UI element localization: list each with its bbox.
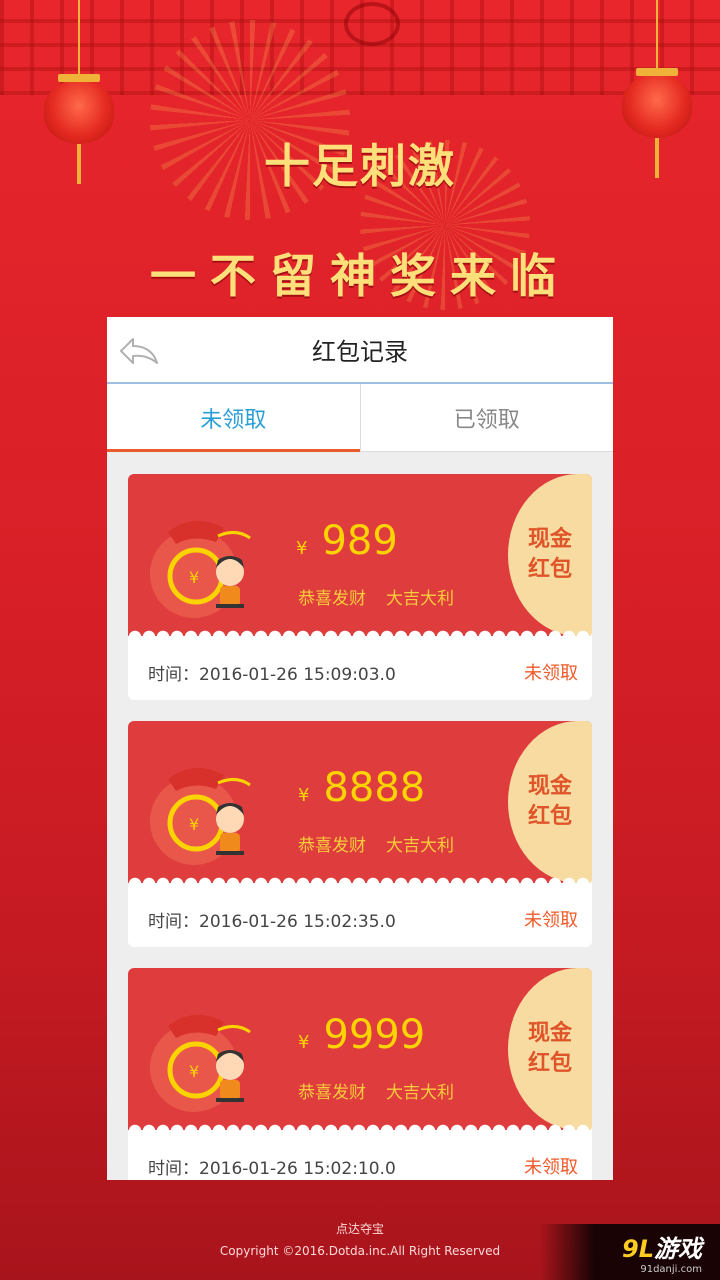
- card-footer: 时间：2016-01-26 15:09:03.0 未领取: [128, 644, 592, 700]
- amount-row: ¥ 989: [296, 518, 398, 564]
- watermark-logo-text: 游戏: [654, 1235, 702, 1263]
- card-footer: 时间：2016-01-26 15:02:10.0 未领取: [128, 1138, 592, 1180]
- tab-unclaimed[interactable]: 未领取: [107, 384, 360, 452]
- blessing-text: 恭喜发财 大吉大利: [298, 584, 454, 609]
- cash-badge: 现金红包: [508, 721, 592, 883]
- badge-label: 现金红包: [527, 774, 572, 829]
- tab-claimed[interactable]: 已领取: [359, 384, 614, 451]
- headline-secondary: 一不留神奖来临: [150, 249, 570, 303]
- site-watermark: 9L游戏 91danji.com: [540, 1224, 720, 1280]
- lantern-string: [656, 0, 658, 72]
- panel-header: 红包记录: [107, 317, 613, 384]
- red-packet-card[interactable]: ¥ ¥ 989 恭喜发财 大吉大利 现金红包 时间：2016-01-26 15:…: [128, 474, 592, 700]
- blessing-line-1: 恭喜发财: [298, 589, 366, 609]
- record-list: ¥ ¥ 989 恭喜发财 大吉大利 现金红包 时间：2016-01-26 15:…: [107, 452, 613, 1180]
- cash-badge: 现金红包: [508, 968, 592, 1130]
- blessing-text: 恭喜发财 大吉大利: [298, 1078, 454, 1103]
- badge-label: 现金红包: [527, 1021, 572, 1076]
- amount-value: 989: [321, 518, 398, 564]
- cash-badge: 现金红包: [508, 474, 592, 636]
- claim-status[interactable]: 未领取: [524, 906, 578, 932]
- lantern-string: [78, 0, 80, 78]
- record-time: 时间：2016-01-26 15:09:03.0: [148, 664, 396, 685]
- headline-primary: 十足刺激: [264, 139, 456, 193]
- currency-symbol: ¥: [298, 1032, 310, 1053]
- card-ticket: ¥ ¥ 9999 恭喜发财 大吉大利 现金红包: [128, 968, 592, 1131]
- currency-symbol: ¥: [296, 538, 308, 559]
- currency-symbol: ¥: [298, 785, 310, 806]
- money-bag-mascot-icon: ¥: [150, 1014, 251, 1112]
- money-bag-mascot-icon: ¥: [150, 520, 251, 618]
- claim-status[interactable]: 未领取: [524, 1153, 578, 1179]
- blessing-line-1: 恭喜发财: [298, 836, 366, 856]
- watermark-url: 91danji.com: [640, 1264, 702, 1275]
- watermark-logo-number: 9L: [622, 1235, 654, 1263]
- badge-label: 现金红包: [527, 527, 572, 582]
- tab-bar: 未领取 已领取: [107, 384, 613, 452]
- lantern-right: [622, 68, 692, 178]
- watermark-logo: 9L游戏: [622, 1229, 702, 1264]
- blessing-text: 恭喜发财 大吉大利: [298, 831, 454, 856]
- svg-text:¥: ¥: [189, 1062, 199, 1081]
- record-time: 时间：2016-01-26 15:02:10.0: [148, 1158, 396, 1179]
- page-title: 红包记录: [312, 338, 408, 366]
- record-time: 时间：2016-01-26 15:02:35.0: [148, 911, 396, 932]
- back-arrow-icon[interactable]: [119, 337, 159, 365]
- svg-text:¥: ¥: [189, 568, 199, 587]
- red-packet-card[interactable]: ¥ ¥ 9999 恭喜发财 大吉大利 现金红包 时间：2016-01-26 15…: [128, 968, 592, 1180]
- card-ticket: ¥ ¥ 989 恭喜发财 大吉大利 现金红包: [128, 474, 592, 637]
- blessing-line-2: 大吉大利: [386, 589, 454, 609]
- claim-status[interactable]: 未领取: [524, 659, 578, 685]
- decorative-medallion: [344, 2, 400, 46]
- card-footer: 时间：2016-01-26 15:02:35.0 未领取: [128, 891, 592, 947]
- money-bag-mascot-icon: ¥: [150, 767, 251, 865]
- amount-row: ¥ 8888: [298, 765, 425, 811]
- amount-value: 9999: [323, 1012, 426, 1058]
- card-ticket: ¥ ¥ 8888 恭喜发财 大吉大利 现金红包: [128, 721, 592, 884]
- red-packet-panel: 红包记录 未领取 已领取 ¥ ¥ 989 恭喜发财 大吉大利 现金红包 时间：2…: [107, 317, 613, 1180]
- blessing-line-1: 恭喜发财: [298, 1083, 366, 1103]
- blessing-line-2: 大吉大利: [386, 1083, 454, 1103]
- svg-text:¥: ¥: [189, 815, 199, 834]
- red-packet-card[interactable]: ¥ ¥ 8888 恭喜发财 大吉大利 现金红包 时间：2016-01-26 15…: [128, 721, 592, 947]
- amount-value: 8888: [323, 765, 426, 811]
- blessing-line-2: 大吉大利: [386, 836, 454, 856]
- amount-row: ¥ 9999: [298, 1012, 425, 1058]
